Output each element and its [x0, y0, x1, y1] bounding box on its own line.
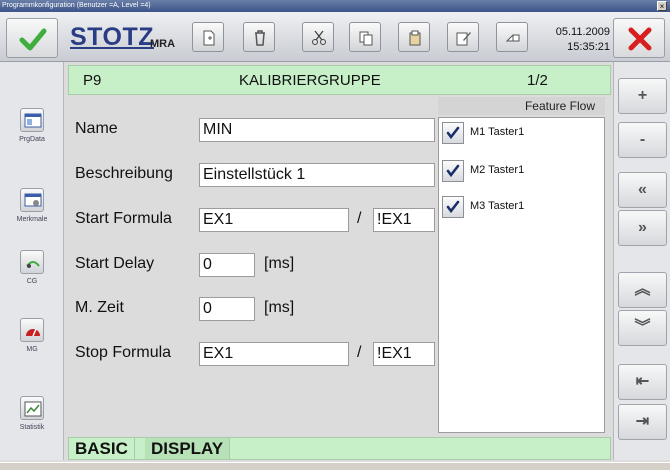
mzeit-unit: [ms]: [264, 299, 295, 316]
page-indicator: 1/2: [527, 72, 548, 89]
description-label: Beschreibung: [75, 165, 173, 182]
start-formula-label: Start Formula: [75, 210, 172, 227]
mzeit-label: M. Zeit: [75, 299, 124, 316]
toolbar: STOTZ MRA 05.11.2009 15:35:21: [0, 12, 670, 62]
tab-display[interactable]: DISPLAY: [145, 438, 231, 459]
checkmark-icon: [446, 126, 460, 140]
copy-icon: [359, 31, 373, 46]
sidebar-item-prgdata[interactable]: PrgData: [4, 104, 60, 160]
paste-icon: [409, 30, 421, 46]
delete-icon: [255, 30, 265, 46]
sidebar-item-label: MG: [26, 346, 38, 353]
mzeit-field[interactable]: 0: [199, 297, 255, 321]
paste-button[interactable]: [398, 22, 430, 52]
cg-icon: [20, 250, 44, 274]
delete-button[interactable]: [243, 22, 275, 52]
feature-label: M2 Taster1: [470, 164, 525, 176]
new-document-icon: [203, 30, 215, 46]
features-icon: [20, 188, 44, 212]
cut-button[interactable]: [302, 22, 334, 52]
sidebar-item-label: PrgData: [19, 136, 45, 143]
previous-page-button[interactable]: «: [618, 172, 667, 208]
window-title: Programmkonfiguration (Benutzer =A, Leve…: [2, 2, 151, 9]
product-label: MRA: [150, 38, 176, 50]
feature-checkbox[interactable]: [442, 196, 464, 218]
date-text: 05.11.2009: [555, 26, 610, 38]
scroll-down-button[interactable]: ︾: [618, 310, 667, 346]
last-item-button[interactable]: ⇥: [618, 404, 667, 440]
copy-button[interactable]: [349, 22, 381, 52]
first-item-button[interactable]: ⇤: [618, 364, 667, 400]
formula-separator: /: [357, 210, 362, 227]
sidebar-item-label: Statistik: [19, 424, 45, 431]
stop-formula-field[interactable]: EX1: [199, 342, 349, 366]
sidebar-item-mg[interactable]: MG: [4, 314, 60, 370]
start-delay-field[interactable]: 0: [199, 253, 255, 277]
close-icon: [628, 27, 652, 51]
window-close-button[interactable]: ×: [657, 1, 667, 11]
new-document-button[interactable]: [192, 22, 224, 52]
name-label: Name: [75, 120, 118, 137]
statistics-icon: [20, 396, 44, 420]
sidebar-item-cg[interactable]: CG: [4, 246, 60, 302]
cut-icon: [312, 30, 326, 45]
tab-basic[interactable]: BASIC: [69, 438, 135, 459]
page-title: KALIBRIERGRUPPE: [239, 72, 381, 89]
add-button[interactable]: +: [618, 78, 667, 114]
cancel-button[interactable]: [613, 18, 665, 58]
program-code: P9: [83, 72, 102, 89]
status-bar: [0, 462, 670, 470]
start-formula-negation-field[interactable]: !EX1: [373, 208, 435, 232]
eraser-icon: [505, 34, 520, 42]
next-page-button[interactable]: »: [618, 210, 667, 246]
datetime-display: 05.11.2009 15:35:21: [538, 25, 610, 55]
start-delay-label: Start Delay: [75, 255, 155, 272]
feature-label: M1 Taster1: [470, 126, 525, 138]
mg-icon: [20, 318, 44, 342]
main-panel: P9 KALIBRIERGRUPPE 1/2 Name MIN Beschrei…: [68, 65, 611, 460]
edit-button[interactable]: [447, 22, 479, 52]
stotz-logo: STOTZ: [70, 23, 154, 51]
sidebar-item-statistik[interactable]: Statistik: [4, 392, 60, 448]
sidebar-item-label: CG: [26, 278, 38, 285]
sidebar-item-merkmale[interactable]: Merkmale: [4, 184, 60, 240]
program-data-icon: [20, 108, 44, 132]
window-titlebar: Programmkonfiguration (Benutzer =A, Leve…: [0, 0, 670, 12]
name-field[interactable]: MIN: [199, 118, 435, 142]
checkmark-icon: [446, 200, 460, 214]
edit-icon: [456, 32, 471, 46]
stop-formula-negation-field[interactable]: !EX1: [373, 342, 435, 366]
feature-checkbox[interactable]: [442, 160, 464, 182]
start-delay-unit: [ms]: [264, 255, 295, 272]
description-field[interactable]: Einstellstück 1: [199, 163, 435, 187]
feature-flow-header: Feature Flow: [438, 97, 605, 115]
feature-label: M3 Taster1: [470, 200, 525, 212]
time-text: 15:35:21: [567, 41, 610, 53]
tab-bar: BASIC DISPLAY: [68, 437, 611, 460]
left-sidebar: PrgData Merkmale CG MG Statistik: [0, 62, 64, 460]
eraser-button[interactable]: [496, 22, 528, 52]
start-formula-field[interactable]: EX1: [199, 208, 349, 232]
checkmark-icon: [19, 28, 47, 51]
right-navigation: + - « » ︽ ︾ ⇤ ⇥: [613, 62, 670, 460]
feature-checkbox[interactable]: [442, 122, 464, 144]
confirm-button[interactable]: [6, 18, 58, 58]
scroll-up-button[interactable]: ︽: [618, 272, 667, 308]
feature-flow-list[interactable]: M1 Taster1 M2 Taster1 M3 Taster1: [438, 117, 605, 433]
page-header: P9 KALIBRIERGRUPPE 1/2: [68, 65, 611, 95]
sidebar-item-label: Merkmale: [16, 216, 48, 223]
stop-formula-label: Stop Formula: [75, 344, 172, 361]
remove-button[interactable]: -: [618, 122, 667, 158]
formula-separator: /: [357, 344, 362, 361]
checkmark-icon: [446, 164, 460, 178]
